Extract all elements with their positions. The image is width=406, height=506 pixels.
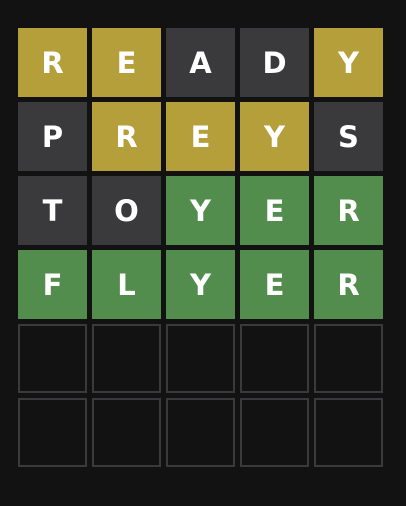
tile: P: [18, 102, 87, 171]
tile: E: [240, 250, 309, 319]
empty-tile: [166, 398, 235, 467]
tile: R: [92, 102, 161, 171]
empty-tile: [314, 398, 383, 467]
tile: A: [166, 28, 235, 97]
empty-tile: [240, 324, 309, 393]
tile: Y: [240, 102, 309, 171]
tile: Y: [314, 28, 383, 97]
empty-tile: [166, 324, 235, 393]
tile: F: [18, 250, 87, 319]
empty-tile: [314, 324, 383, 393]
empty-tile: [240, 398, 309, 467]
tile: L: [92, 250, 161, 319]
tile: D: [240, 28, 309, 97]
game-board: R E A D Y P R E Y S T O Y E R F L Y E R: [18, 28, 383, 467]
tile: R: [314, 250, 383, 319]
tile: R: [18, 28, 87, 97]
empty-tile: [92, 398, 161, 467]
tile: E: [240, 176, 309, 245]
tile: T: [18, 176, 87, 245]
tile: R: [314, 176, 383, 245]
empty-tile: [92, 324, 161, 393]
tile: E: [92, 28, 161, 97]
tile: E: [166, 102, 235, 171]
tile: Y: [166, 176, 235, 245]
tile: Y: [166, 250, 235, 319]
empty-tile: [18, 324, 87, 393]
empty-tile: [18, 398, 87, 467]
tile: S: [314, 102, 383, 171]
tile: O: [92, 176, 161, 245]
